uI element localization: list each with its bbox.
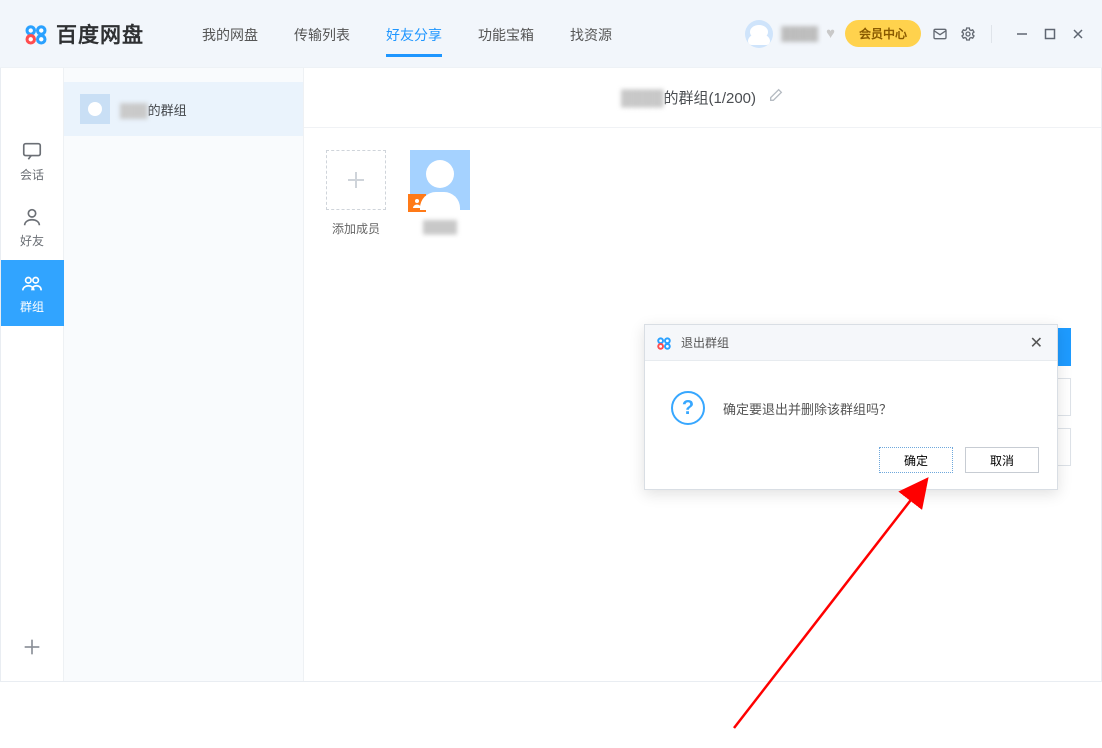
tab-my-disk[interactable]: 我的网盘	[184, 1, 276, 67]
avatar-icon	[745, 20, 773, 48]
mail-icon[interactable]	[931, 25, 949, 43]
member-avatar	[410, 150, 470, 210]
dialog-close-button[interactable]: ✕	[1026, 333, 1047, 353]
confirm-dialog: 退出群组 ✕ ? 确定要退出并删除该群组吗？ 确定 取消	[644, 324, 1058, 490]
cloud-logo-icon	[22, 20, 50, 48]
member-item[interactable]: ████	[410, 150, 470, 237]
close-button[interactable]	[1070, 26, 1086, 42]
group-name: ███的群组	[120, 100, 187, 119]
member-name: ████	[423, 220, 457, 234]
rail-chat-label: 会话	[20, 166, 44, 183]
plus-icon	[344, 168, 368, 192]
tab-friend-share[interactable]: 好友分享	[368, 1, 460, 67]
user-name: ████	[781, 26, 818, 41]
dialog-header: 退出群组 ✕	[645, 325, 1057, 361]
rail-chat[interactable]: 会话	[1, 128, 64, 194]
plus-icon	[21, 636, 43, 658]
rail-friends-label: 好友	[20, 232, 44, 249]
panel-title: ████的群组(1/200)	[621, 87, 756, 108]
person-icon	[21, 206, 43, 228]
app-logo: 百度网盘	[22, 19, 144, 49]
user-chip[interactable]: ████ ♥	[745, 20, 835, 48]
vip-button[interactable]: 会员中心	[845, 20, 921, 47]
divider	[991, 25, 992, 43]
rail-friends[interactable]: 好友	[1, 194, 64, 260]
app-name: 百度网盘	[56, 19, 144, 49]
group-avatar-icon	[80, 94, 110, 124]
dialog-footer: 确定 取消	[645, 447, 1057, 489]
dialog-ok-button[interactable]: 确定	[879, 447, 953, 473]
dialog-body: ? 确定要退出并删除该群组吗？	[645, 361, 1057, 447]
members-area: 添加成员 ████	[304, 128, 1101, 237]
minimize-button[interactable]	[1014, 26, 1030, 42]
group-list: ███的群组	[64, 68, 304, 681]
group-list-item[interactable]: ███的群组	[64, 82, 303, 136]
group-icon	[21, 272, 43, 294]
owner-badge-icon	[408, 194, 426, 212]
add-member-label: 添加成员	[332, 220, 380, 237]
rail-groups-label: 群组	[20, 298, 44, 315]
tab-toolbox[interactable]: 功能宝箱	[460, 1, 552, 67]
cloud-logo-icon	[655, 334, 673, 352]
annotation-arrow	[694, 468, 954, 748]
edit-icon[interactable]	[768, 87, 784, 108]
dialog-cancel-button[interactable]: 取消	[965, 447, 1039, 473]
heart-icon: ♥	[826, 25, 835, 42]
tab-find-resource[interactable]: 找资源	[552, 1, 630, 67]
add-member-button[interactable]: 添加成员	[326, 150, 386, 237]
gear-icon[interactable]	[959, 25, 977, 43]
window-controls	[1014, 26, 1086, 42]
main-panel: ████的群组(1/200) 添加成员 ████	[304, 68, 1101, 681]
chat-icon	[21, 140, 43, 162]
tab-transfer[interactable]: 传输列表	[276, 1, 368, 67]
dialog-message: 确定要退出并删除该群组吗？	[723, 399, 892, 418]
question-icon: ?	[671, 391, 705, 425]
panel-header: ████的群组(1/200)	[304, 68, 1101, 128]
dialog-title: 退出群组	[681, 334, 729, 351]
add-box	[326, 150, 386, 210]
rail-add-button[interactable]	[21, 636, 43, 663]
maximize-button[interactable]	[1042, 26, 1058, 42]
titlebar-right: ████ ♥ 会员中心	[745, 20, 1086, 48]
rail-groups[interactable]: 群组	[1, 260, 64, 326]
titlebar: 百度网盘 我的网盘 传输列表 好友分享 功能宝箱 找资源 ████ ♥ 会员中心	[0, 0, 1102, 68]
body: 会话 好友 群组 ███的群组 ████的群组(1/200)	[0, 68, 1102, 682]
top-tabs: 我的网盘 传输列表 好友分享 功能宝箱 找资源	[184, 1, 630, 67]
side-rail: 会话 好友 群组	[1, 68, 64, 681]
